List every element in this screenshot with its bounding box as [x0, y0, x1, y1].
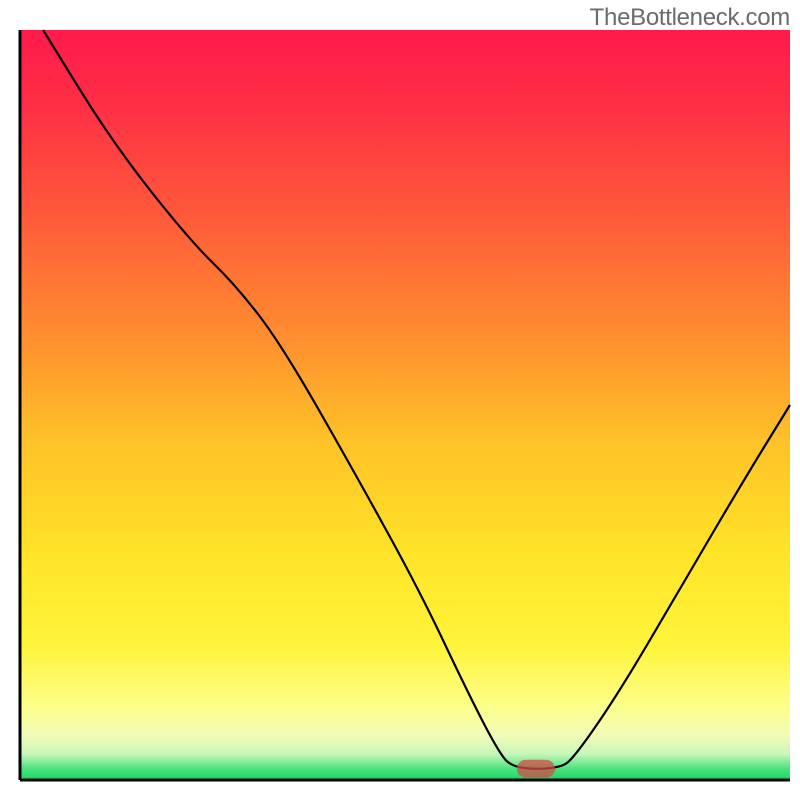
plot-background: [20, 30, 790, 780]
optimum-marker: [517, 760, 555, 778]
watermark-text: TheBottleneck.com: [590, 4, 790, 32]
chart-container: TheBottleneck.com: [0, 0, 800, 800]
chart-svg: [0, 0, 800, 800]
